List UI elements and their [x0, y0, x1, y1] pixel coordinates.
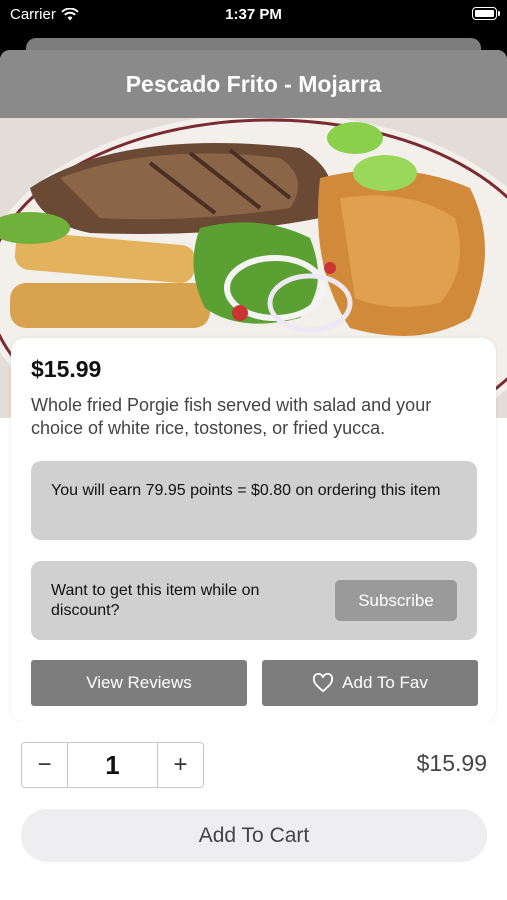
item-info-card: $15.99 Whole fried Porgie fish served wi… — [11, 338, 496, 722]
item-price: $15.99 — [31, 356, 102, 382]
points-info: You will earn 79.95 points = $0.80 on or… — [31, 461, 477, 540]
view-reviews-button[interactable]: View Reviews — [31, 660, 247, 706]
add-to-cart-button[interactable]: Add To Cart — [21, 809, 487, 862]
subscribe-button[interactable]: Subscribe — [335, 580, 457, 621]
page-title: Pescado Frito - Mojarra — [125, 70, 382, 97]
discount-text: Want to get this item while on discount? — [51, 582, 260, 619]
item-detail-sheet: Pescado Frito - Mojarra $15.99 Whole fri… — [0, 50, 507, 900]
status-bar: Carrier 1:37 PM — [0, 0, 507, 30]
subscribe-label: Subscribe — [358, 590, 434, 610]
increase-quantity-button[interactable]: + — [158, 743, 203, 787]
add-to-fav-button[interactable]: Add To Fav — [262, 660, 478, 706]
cart-controls: − 1 + $15.99 Add To Cart — [0, 722, 507, 900]
discount-box: Want to get this item while on discount?… — [31, 561, 477, 640]
decrease-quantity-button[interactable]: − — [22, 743, 67, 787]
view-reviews-label: View Reviews — [86, 673, 192, 692]
item-description: Whole fried Porgie fish served with sala… — [31, 395, 432, 438]
status-time: 1:37 PM — [225, 6, 282, 23]
quantity-stepper: − 1 + — [21, 742, 204, 788]
battery-icon — [472, 7, 500, 20]
total-price: $15.99 — [416, 750, 487, 776]
points-text: You will earn 79.95 points = $0.80 on or… — [51, 482, 441, 499]
add-fav-label: Add To Fav — [342, 673, 428, 692]
navigation-bar: Pescado Frito - Mojarra — [0, 50, 507, 118]
quantity-value: 1 — [67, 743, 158, 787]
heart-icon — [313, 673, 334, 693]
add-to-cart-label: Add To Cart — [198, 823, 310, 847]
